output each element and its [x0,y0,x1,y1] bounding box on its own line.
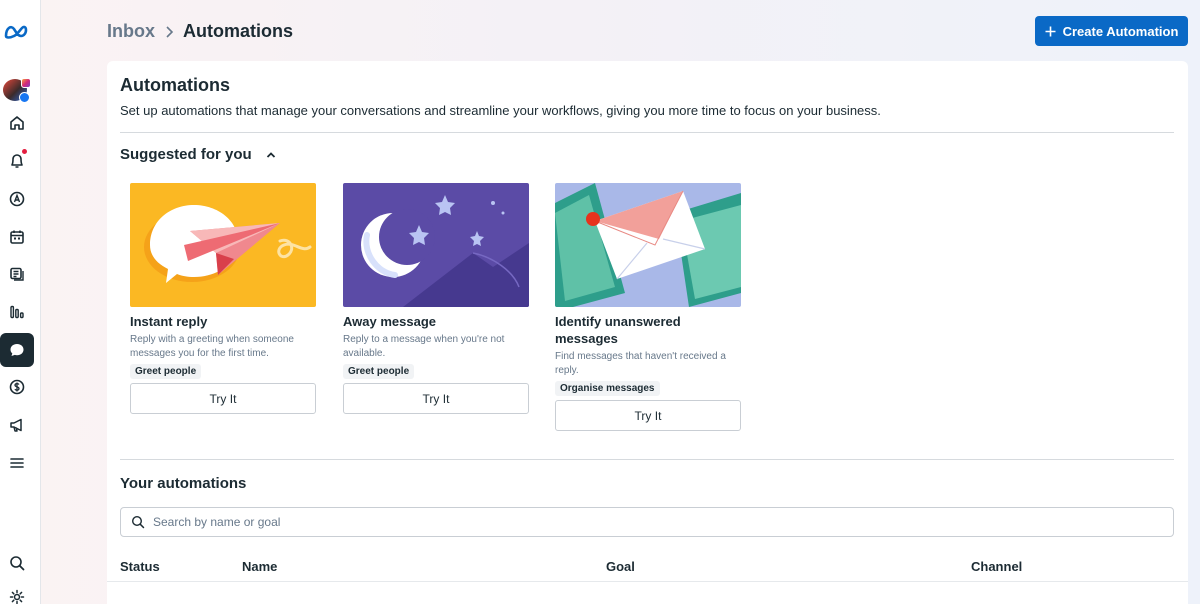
away-message-illustration [343,183,529,307]
suggestion-card-identify-unanswered: Identify unanswered messages Find messag… [555,183,741,431]
inbox-chat-icon [10,344,24,356]
page-title: Automations [120,75,230,95]
automation-search-box[interactable] [120,507,1174,537]
automations-card: Automations Set up automations that mana… [107,61,1188,604]
sidebar [0,0,41,604]
bell-icon [11,154,23,168]
your-automations-title: Your automations [120,475,247,492]
suggested-section-header[interactable]: Suggested for you [120,146,276,163]
instant-reply-illustration [130,183,316,307]
search-icon [10,556,25,571]
try-it-button[interactable]: Try It [555,400,741,431]
page-description: Set up automations that manage your conv… [120,103,881,118]
goal-tag: Greet people [130,364,202,379]
sidebar-item-settings[interactable] [0,580,34,604]
suggestion-description: Find messages that haven't received a re… [555,351,726,376]
account-avatar[interactable] [3,78,31,103]
try-it-button[interactable]: Try It [130,383,316,414]
sidebar-item-inbox[interactable] [0,333,34,367]
gear-icon [9,589,25,604]
sidebar-item-ads[interactable] [0,182,34,216]
suggested-title: Suggested for you [120,146,252,163]
unanswered-messages-illustration [555,183,741,307]
create-automation-label: Create Automation [1062,23,1179,39]
chevron-right-icon [164,25,174,39]
suggestion-card-instant-reply: Instant reply Reply with a greeting when… [130,183,316,414]
facebook-badge-icon [19,92,30,103]
column-header-channel[interactable]: Channel [971,559,1022,574]
instagram-badge-icon [21,78,31,88]
search-input[interactable] [153,515,1143,529]
column-header-goal[interactable]: Goal [606,559,635,574]
column-header-status[interactable]: Status [120,559,160,574]
ads-manager-icon [9,191,25,207]
divider [120,132,1174,133]
meta-logo-icon[interactable] [3,22,33,42]
sidebar-item-monetization[interactable] [0,370,34,404]
insights-icon [10,305,24,319]
hamburger-menu-icon [10,458,24,468]
column-header-name[interactable]: Name [242,559,277,574]
sidebar-item-advertise[interactable] [0,408,34,442]
breadcrumb-inbox-link[interactable]: Inbox [107,21,155,42]
home-icon [10,116,24,130]
suggestion-title: Instant reply [130,314,208,329]
page-heading: Automations [183,21,293,41]
suggestion-description: Reply to a message when you're not avail… [343,334,505,359]
sidebar-item-content[interactable] [0,257,34,291]
try-it-button[interactable]: Try It [343,383,529,414]
sidebar-item-home[interactable] [0,106,34,140]
create-automation-button[interactable]: Create Automation [1035,16,1188,46]
plus-icon [1045,26,1056,36]
sidebar-item-planner[interactable] [0,220,34,254]
suggestion-card-away-message: Away message Reply to a message when you… [343,183,529,414]
sidebar-item-menu[interactable] [0,446,34,480]
megaphone-icon [10,418,22,432]
notification-dot [22,149,27,154]
search-icon [131,515,145,529]
sidebar-item-search[interactable] [0,546,34,580]
sidebar-item-insights[interactable] [0,295,34,329]
sidebar-item-notifications[interactable] [0,144,34,178]
suggestion-description: Reply with a greeting when someone messa… [130,334,294,359]
table-divider [107,581,1188,582]
breadcrumb: Inbox Automations [107,21,293,42]
your-automations-header: Your automations [120,475,246,492]
suggestion-title: Identify unanswered messages [555,314,681,346]
calendar-icon [10,230,24,244]
dollar-circle-icon [9,379,25,395]
content-icon [10,267,24,281]
goal-tag: Greet people [343,364,415,379]
chevron-up-icon[interactable] [266,151,276,159]
suggestion-title: Away message [343,314,436,329]
divider [120,459,1174,460]
goal-tag: Organise messages [555,381,660,396]
